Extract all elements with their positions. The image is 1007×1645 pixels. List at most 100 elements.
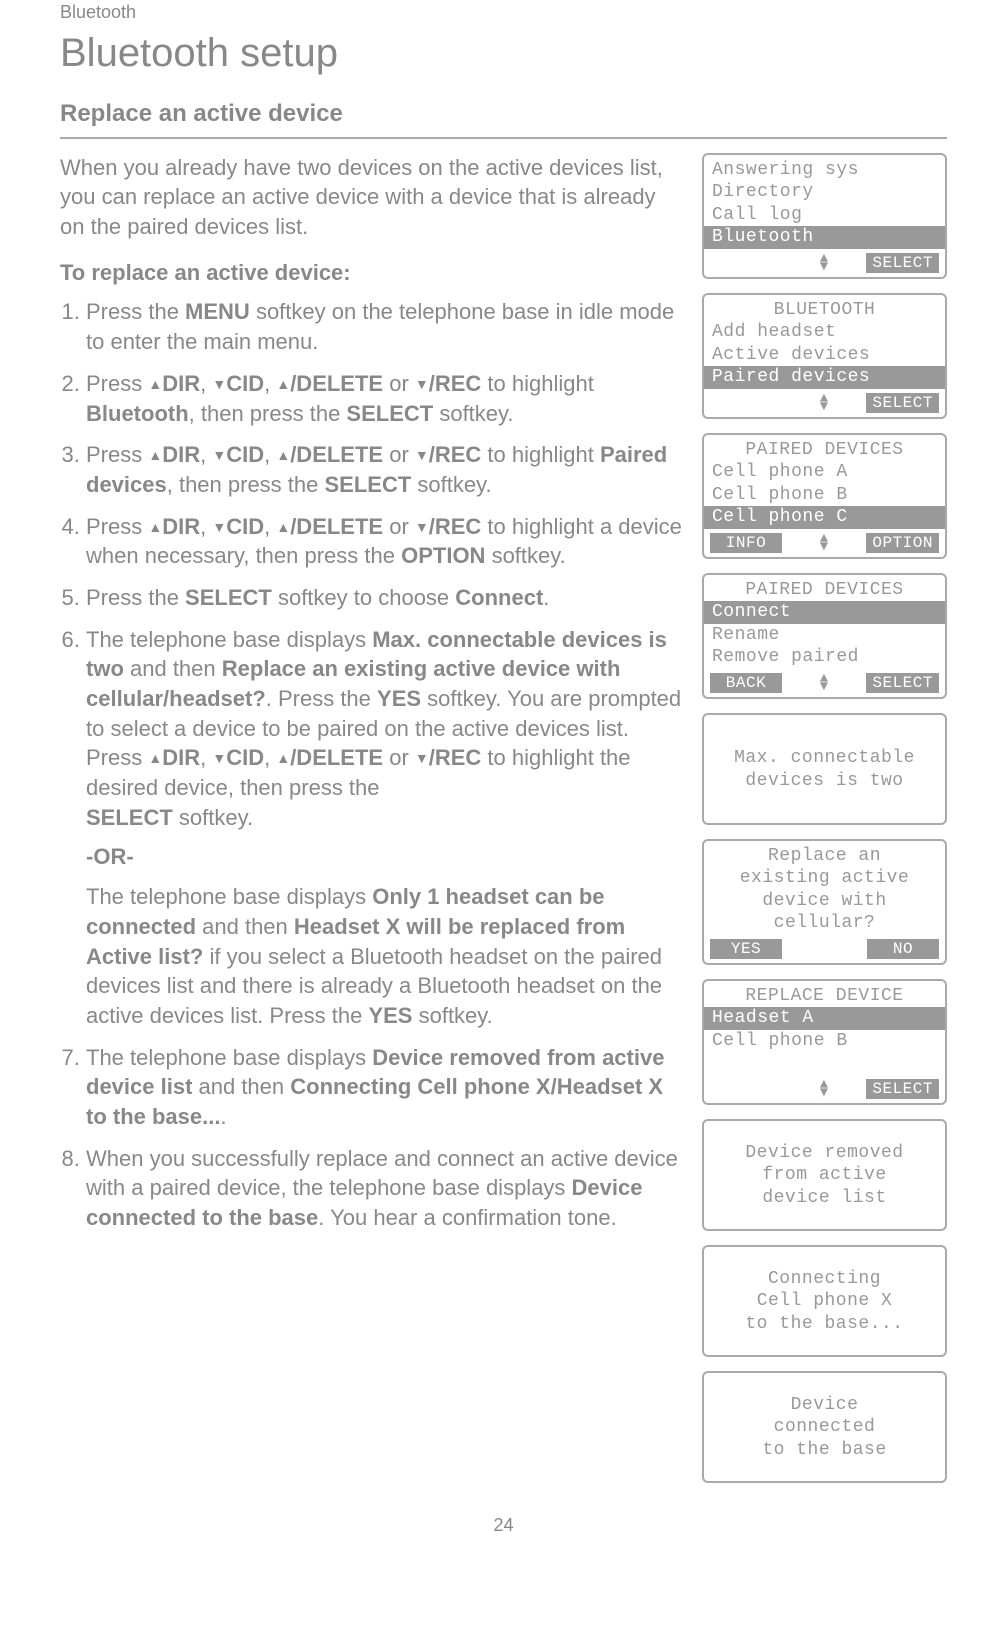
lcd-row <box>704 1052 945 1075</box>
down-arrow-icon: ▼ <box>212 518 226 537</box>
step-1: Press the MENU softkey on the telephone … <box>86 297 684 356</box>
lcd-row: Call log <box>704 204 945 227</box>
down-arrow-icon: ▼ <box>212 446 226 465</box>
lcd-row-selected: Headset A <box>704 1007 945 1030</box>
lcd-row: Active devices <box>704 344 945 367</box>
up-arrow-icon: ▲ <box>148 375 162 394</box>
step-8: When you successfully replace and connec… <box>86 1144 684 1233</box>
lcd-title: REPLACE DEVICE <box>704 985 945 1008</box>
lcd-row-selected: Bluetooth <box>704 226 945 249</box>
down-arrow-icon: ▼ <box>415 749 429 768</box>
lcd-row: Cell phone B <box>704 1030 945 1053</box>
softkey-select: SELECT <box>866 673 939 693</box>
updown-icon: ▲▼ <box>820 255 829 271</box>
down-arrow-icon: ▼ <box>415 446 429 465</box>
lcd-replace-prompt: Replace an existing active device with c… <box>702 839 947 965</box>
lcd-message-line: from active <box>704 1164 945 1187</box>
lcd-message-line: device with <box>704 890 945 913</box>
lcd-row: Answering sys <box>704 159 945 182</box>
up-arrow-icon: ▲ <box>276 446 290 465</box>
procedure-heading: To replace an active device: <box>60 258 684 288</box>
step-6: The telephone base displays Max. connect… <box>86 625 684 1031</box>
procedure-list: Press the MENU softkey on the telephone … <box>60 297 684 1232</box>
lcd-footer: ▲▼ SELECT <box>704 1075 945 1101</box>
updown-icon: ▲▼ <box>820 1081 829 1097</box>
page-title: Bluetooth setup <box>60 26 947 80</box>
lcd-message-line: devices is two <box>704 770 945 793</box>
lcd-paired-options: PAIRED DEVICES Connect Rename Remove pai… <box>702 573 947 699</box>
lcd-main-menu: Answering sys Directory Call log Bluetoo… <box>702 153 947 279</box>
breadcrumb: Bluetooth <box>60 0 947 24</box>
menu-key: MENU <box>185 299 250 324</box>
down-arrow-icon: ▼ <box>212 375 226 394</box>
lcd-message-line: cellular? <box>704 912 945 935</box>
up-arrow-icon: ▲ <box>148 446 162 465</box>
lcd-footer: BACK ▲▼ SELECT <box>704 669 945 695</box>
up-arrow-icon: ▲ <box>276 749 290 768</box>
lcd-row: Cell phone B <box>704 484 945 507</box>
lcd-footer: YES NO <box>704 935 945 961</box>
updown-icon: ▲▼ <box>820 395 829 411</box>
softkey-back: BACK <box>710 673 782 693</box>
lcd-message-line: Device <box>704 1394 945 1417</box>
down-arrow-icon: ▼ <box>415 375 429 394</box>
lcd-message-line: connected <box>704 1416 945 1439</box>
lcd-footer: INFO ▲▼ OPTION <box>704 529 945 555</box>
softkey-yes: YES <box>710 939 782 959</box>
lcd-row-selected: Cell phone C <box>704 506 945 529</box>
lcd-row: Remove paired <box>704 646 945 669</box>
lcd-footer: ▲▼ SELECT <box>704 249 945 275</box>
lcd-message-line: to the base <box>704 1439 945 1462</box>
softkey-option: OPTION <box>866 533 939 553</box>
down-arrow-icon: ▼ <box>415 518 429 537</box>
lcd-message-line: to the base... <box>704 1313 945 1336</box>
lcd-row-selected: Connect <box>704 601 945 624</box>
softkey-select: SELECT <box>866 253 939 273</box>
main-content: When you already have two devices on the… <box>60 153 684 1245</box>
softkey-info: INFO <box>710 533 782 553</box>
lcd-message-line: Connecting <box>704 1268 945 1291</box>
lcd-row: Cell phone A <box>704 461 945 484</box>
up-arrow-icon: ▲ <box>276 375 290 394</box>
lcd-paired-devices: PAIRED DEVICES Cell phone A Cell phone B… <box>702 433 947 559</box>
page-number: 24 <box>60 1513 947 1537</box>
step-7: The telephone base displays Device remov… <box>86 1043 684 1132</box>
lcd-message-line: Device removed <box>704 1142 945 1165</box>
lcd-max-connectable: Max. connectable devices is two <box>702 713 947 825</box>
lcd-message-line: Replace an <box>704 845 945 868</box>
lcd-message-line: device list <box>704 1187 945 1210</box>
softkey-select: SELECT <box>866 1079 939 1099</box>
lcd-title: PAIRED DEVICES <box>704 439 945 462</box>
softkey-select: SELECT <box>866 393 939 413</box>
lcd-footer: ▲▼ SELECT <box>704 389 945 415</box>
intro-text: When you already have two devices on the… <box>60 153 684 242</box>
up-arrow-icon: ▲ <box>148 749 162 768</box>
lcd-row: Rename <box>704 624 945 647</box>
lcd-replace-device: REPLACE DEVICE Headset A Cell phone B ▲▼… <box>702 979 947 1105</box>
lcd-message-line: Max. connectable <box>704 747 945 770</box>
step-4: Press ▲DIR, ▼CID, ▲/DELETE or ▼/REC to h… <box>86 512 684 571</box>
lcd-device-removed: Device removed from active device list <box>702 1119 947 1231</box>
up-arrow-icon: ▲ <box>276 518 290 537</box>
up-arrow-icon: ▲ <box>148 518 162 537</box>
softkey-no: NO <box>867 939 939 959</box>
step-2: Press ▲DIR, ▼CID, ▲/DELETE or ▼/REC to h… <box>86 369 684 428</box>
lcd-message-line: existing active <box>704 867 945 890</box>
lcd-message-line: Cell phone X <box>704 1290 945 1313</box>
lcd-row-selected: Paired devices <box>704 366 945 389</box>
or-divider: -OR- <box>86 842 684 872</box>
lcd-screen-column: Answering sys Directory Call log Bluetoo… <box>702 153 947 1483</box>
updown-icon: ▲▼ <box>820 675 829 691</box>
lcd-device-connected: Device connected to the base <box>702 1371 947 1483</box>
lcd-row: Directory <box>704 181 945 204</box>
updown-icon: ▲▼ <box>820 535 829 551</box>
lcd-title: PAIRED DEVICES <box>704 579 945 602</box>
down-arrow-icon: ▼ <box>212 749 226 768</box>
lcd-bluetooth-menu: BLUETOOTH Add headset Active devices Pai… <box>702 293 947 419</box>
section-heading: Replace an active device <box>60 98 947 138</box>
step-6-alt: The telephone base displays Only 1 heads… <box>86 882 684 1030</box>
lcd-title: BLUETOOTH <box>704 299 945 322</box>
step-3: Press ▲DIR, ▼CID, ▲/DELETE or ▼/REC to h… <box>86 440 684 499</box>
step-5: Press the SELECT softkey to choose Conne… <box>86 583 684 613</box>
lcd-connecting: Connecting Cell phone X to the base... <box>702 1245 947 1357</box>
